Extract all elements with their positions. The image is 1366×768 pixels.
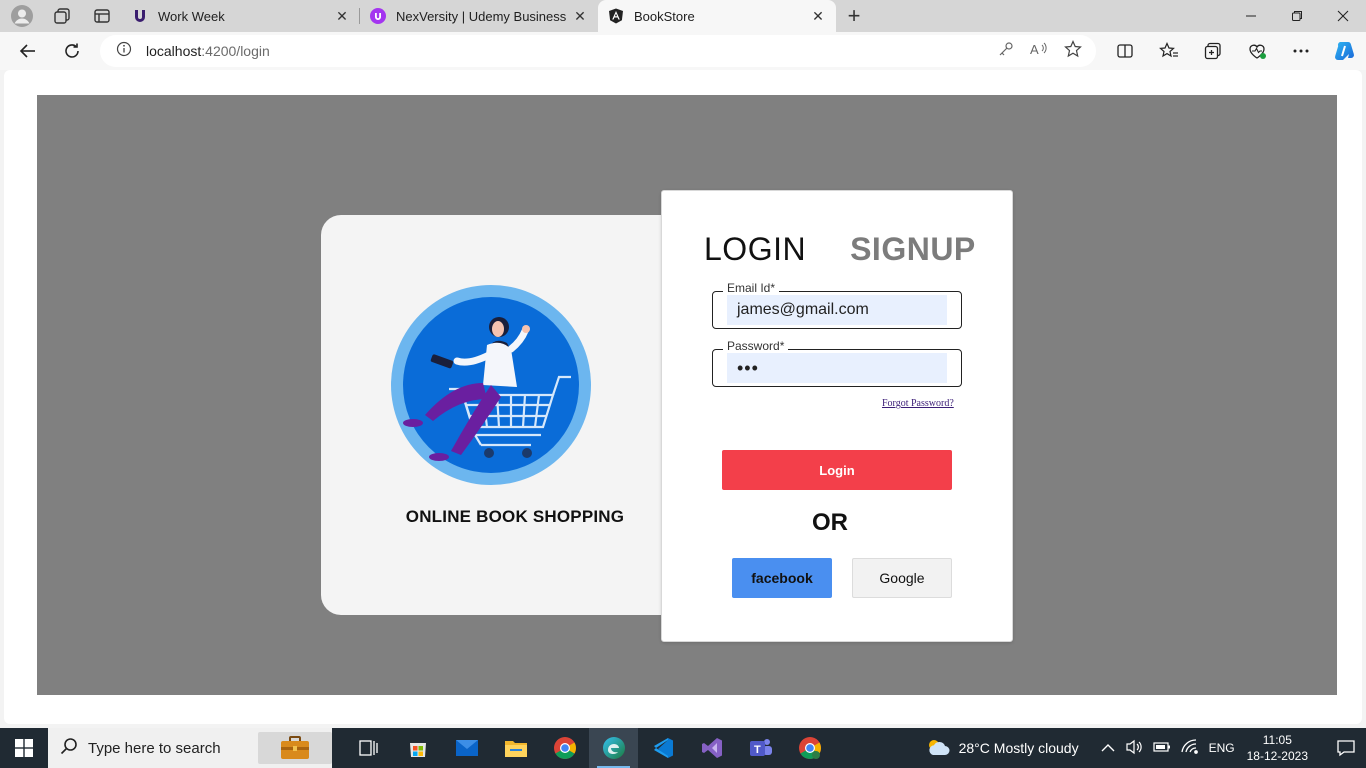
- auth-tabs: LOGIN SIGNUP: [704, 231, 976, 268]
- tab-signup[interactable]: SIGNUP: [850, 231, 976, 268]
- browser-essentials-icon[interactable]: [1242, 36, 1272, 66]
- clock-date: 18-12-2023: [1246, 749, 1308, 763]
- language-indicator[interactable]: ENG: [1209, 741, 1235, 755]
- new-tab-icon[interactable]: +: [836, 0, 872, 32]
- browser-toolbar: localhost:4200/login A: [0, 32, 1366, 70]
- system-tray: 28°C Mostly cloudy ENG 11:05 18-12-2023: [925, 728, 1366, 768]
- profile-icon[interactable]: [10, 4, 34, 28]
- site-info-icon[interactable]: [116, 41, 132, 62]
- tab-login[interactable]: LOGIN: [704, 231, 806, 268]
- wifi-icon[interactable]: [1180, 738, 1199, 758]
- tray-icons: ENG: [1101, 738, 1235, 758]
- task-view-icon[interactable]: [344, 728, 393, 768]
- toolbar-right-icons: [1110, 32, 1360, 70]
- split-screen-icon[interactable]: [1110, 36, 1140, 66]
- password-field[interactable]: Password* •••: [712, 339, 962, 387]
- battery-icon[interactable]: [1152, 740, 1171, 756]
- favorites-icon[interactable]: [1154, 36, 1184, 66]
- forgot-password-link[interactable]: Forgot Password?: [882, 398, 954, 409]
- password-input[interactable]: •••: [727, 353, 947, 383]
- browser-tab-strip: Work Week ✕ NexVersity | Udemy Business …: [0, 0, 1366, 32]
- welcome-card: ONLINE BOOK SHOPPING: [321, 215, 681, 615]
- favorite-star-icon[interactable]: [1064, 39, 1082, 63]
- edge-icon[interactable]: [589, 728, 638, 768]
- angular-icon: [608, 8, 624, 24]
- briefcase-icon[interactable]: [258, 732, 332, 764]
- microsoft-store-icon[interactable]: [393, 728, 442, 768]
- address-bar-actions: A: [998, 35, 1082, 67]
- facebook-button[interactable]: facebook: [732, 558, 832, 598]
- restore-icon[interactable]: [1274, 0, 1320, 32]
- back-icon[interactable]: [6, 32, 50, 70]
- taskbar-search-box[interactable]: Type here to search: [48, 728, 332, 768]
- key-icon[interactable]: [998, 41, 1014, 62]
- url-host: localhost: [146, 43, 202, 59]
- url-path: :4200/login: [201, 43, 270, 59]
- close-tab-icon[interactable]: ✕: [810, 8, 826, 24]
- read-aloud-icon[interactable]: A: [1030, 41, 1048, 62]
- url-text: localhost:4200/login: [146, 43, 270, 59]
- settings-more-icon[interactable]: [1286, 36, 1316, 66]
- password-label: Password*: [723, 339, 789, 353]
- close-tab-icon[interactable]: ✕: [572, 8, 588, 24]
- tab-title: NexVersity | Udemy Business: [396, 8, 567, 24]
- minimize-icon[interactable]: [1228, 0, 1274, 32]
- tab-bookstore[interactable]: BookStore ✕: [598, 0, 836, 32]
- svg-text:T: T: [754, 744, 761, 756]
- copilot-icon[interactable]: [1330, 36, 1360, 66]
- mail-icon[interactable]: [442, 728, 491, 768]
- search-placeholder: Type here to search: [88, 739, 221, 757]
- login-page-background: ONLINE BOOK SHOPPING LOGIN SIGNUP Email …: [37, 95, 1337, 695]
- weather-widget[interactable]: 28°C Mostly cloudy: [925, 737, 1079, 760]
- login-button[interactable]: Login: [722, 450, 952, 490]
- volume-icon[interactable]: [1125, 739, 1143, 758]
- svg-text:A: A: [1030, 42, 1039, 57]
- udemy-icon: [370, 8, 386, 24]
- cloudy-weather-icon: [925, 737, 951, 760]
- tab-title: Work Week: [158, 8, 225, 24]
- windows-taskbar: Type here to search T 28°C Mostly cloudy…: [0, 728, 1366, 768]
- collections-icon[interactable]: [1198, 36, 1228, 66]
- close-tab-icon[interactable]: ✕: [334, 8, 350, 24]
- chrome-icon[interactable]: [540, 728, 589, 768]
- pinned-apps: T: [344, 728, 834, 768]
- tab-nexversity[interactable]: NexVersity | Udemy Business ✕: [360, 0, 598, 32]
- windows-start-icon[interactable]: [0, 728, 48, 768]
- teams-icon[interactable]: T: [736, 728, 785, 768]
- or-divider: OR: [812, 509, 848, 536]
- tab-work-week[interactable]: Work Week ✕: [122, 0, 360, 32]
- chrome-profile-icon[interactable]: [785, 728, 834, 768]
- email-input[interactable]: james@gmail.com: [727, 295, 947, 325]
- vscode-icon[interactable]: [638, 728, 687, 768]
- workspaces-icon[interactable]: [50, 4, 74, 28]
- email-field[interactable]: Email Id* james@gmail.com: [712, 281, 962, 329]
- visual-studio-icon[interactable]: [687, 728, 736, 768]
- file-explorer-icon[interactable]: [491, 728, 540, 768]
- login-card: LOGIN SIGNUP Email Id* james@gmail.com P…: [661, 190, 1013, 642]
- tab-actions-icon[interactable]: [90, 4, 114, 28]
- refresh-icon[interactable]: [50, 32, 94, 70]
- address-bar[interactable]: localhost:4200/login A: [100, 35, 1096, 67]
- email-label: Email Id*: [723, 281, 780, 295]
- u-logo-icon: [132, 8, 148, 24]
- notification-center-icon[interactable]: [1326, 739, 1366, 757]
- chevron-up-icon[interactable]: [1101, 740, 1115, 756]
- clock[interactable]: 11:05 18-12-2023: [1247, 732, 1308, 764]
- weather-text: 28°C Mostly cloudy: [958, 740, 1079, 756]
- page-viewport: ONLINE BOOK SHOPPING LOGIN SIGNUP Email …: [4, 70, 1362, 724]
- google-button[interactable]: Google: [852, 558, 952, 598]
- tab-title: BookStore: [634, 8, 695, 24]
- tab-strip-left-controls: [0, 0, 122, 32]
- window-controls: [1228, 0, 1366, 32]
- close-window-icon[interactable]: [1320, 0, 1366, 32]
- shopping-illustration: [391, 285, 591, 485]
- search-icon: [60, 737, 78, 760]
- tagline-text: ONLINE BOOK SHOPPING: [405, 507, 625, 526]
- clock-time: 11:05: [1262, 733, 1292, 747]
